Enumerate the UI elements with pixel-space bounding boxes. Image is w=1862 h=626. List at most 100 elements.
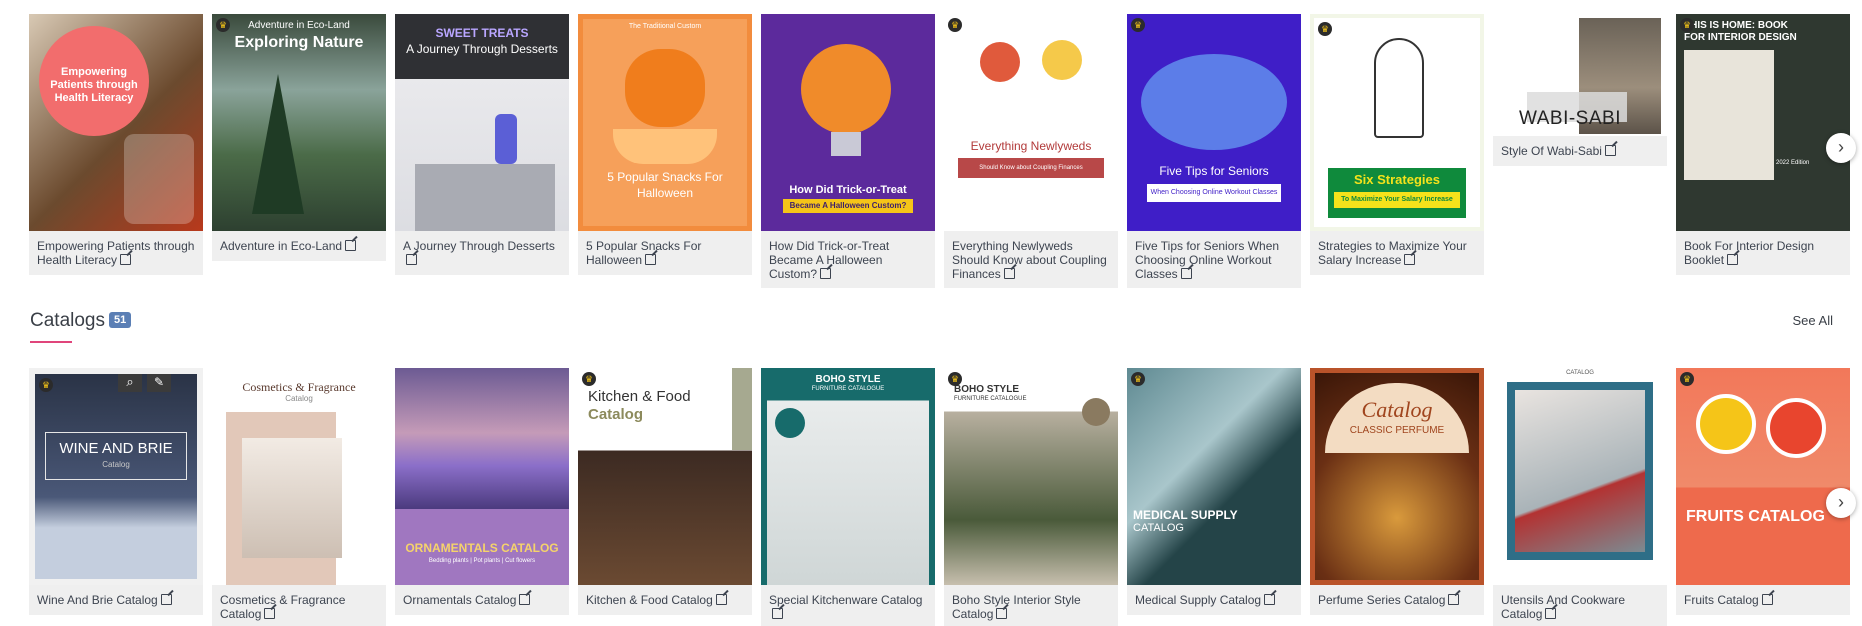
edit-icon[interactable] [345, 240, 357, 251]
template-thumbnail[interactable]: Cosmetics & Fragrance Catalog [212, 368, 386, 585]
template-caption[interactable]: Cosmetics & Fragrance Catalog [212, 585, 386, 626]
template-card[interactable]: CATALOG Utensils And Cookware Catalog [1493, 368, 1667, 626]
next-arrow-button[interactable]: › [1826, 133, 1856, 163]
template-thumbnail[interactable]: ♛ Everything Newlyweds Should Know about… [944, 14, 1118, 231]
template-thumbnail[interactable]: ORNAMENTALS CATALOG Bedding plants | Pot… [395, 368, 569, 585]
search-icon[interactable]: ⌕ [118, 374, 142, 392]
template-thumbnail[interactable]: ♛ ⌕ ✎ WINE AND BRIE Catalog [29, 368, 203, 585]
template-thumbnail[interactable]: ♛ Six Strategies To Maximize Your Salary… [1310, 14, 1484, 231]
template-card[interactable]: ORNAMENTALS CATALOG Bedding plants | Pot… [395, 368, 569, 615]
edit-icon[interactable] [1180, 268, 1192, 279]
edit-icon[interactable] [772, 608, 783, 619]
template-caption[interactable]: Style Of Wabi-Sabi [1493, 136, 1667, 166]
edit-icon[interactable] [519, 594, 531, 605]
orange-slice-shape [1696, 394, 1756, 454]
template-caption[interactable]: How Did Trick-or-Treat Became A Hallowee… [761, 231, 935, 288]
template-card[interactable]: ♛ FRUITS CATALOG Fruits Catalog [1676, 368, 1850, 615]
edit-icon[interactable] [1264, 594, 1276, 605]
template-thumbnail[interactable]: ♛ Kitchen & Food Catalog [578, 368, 752, 585]
section-title: Catalogs 51 [30, 310, 132, 332]
template-caption[interactable]: Everything Newlyweds Should Know about C… [944, 231, 1118, 288]
template-card[interactable]: ♛ Adventure in Eco-Land Exploring Nature… [212, 14, 386, 261]
crown-icon: ♛ [1318, 22, 1332, 36]
edit-icon[interactable] [715, 594, 727, 605]
template-card[interactable]: ♛ BOHO STYLE FURNITURE CATALOGUE Boho St… [944, 368, 1118, 626]
template-card[interactable]: ♛ MEDICAL SUPPLY CATALOG Medical Supply … [1127, 368, 1301, 615]
template-thumbnail[interactable]: Empowering Patients through Health Liter… [29, 14, 203, 231]
edit-icon[interactable] [1404, 254, 1416, 265]
template-caption[interactable]: Boho Style Interior Style Catalog [944, 585, 1118, 626]
template-caption[interactable]: Wine And Brie Catalog [29, 585, 203, 615]
template-thumbnail[interactable]: How Did Trick-or-Treat Became A Hallowee… [761, 14, 935, 231]
thumb-kicker: Adventure in Eco-Land [248, 20, 350, 31]
template-caption[interactable]: Empowering Patients through Health Liter… [29, 231, 203, 275]
template-thumbnail[interactable]: WABI-SABI [1493, 14, 1667, 136]
template-caption[interactable]: Kitchen & Food Catalog [578, 585, 752, 615]
template-card[interactable]: Empowering Patients through Health Liter… [29, 14, 203, 275]
template-thumbnail[interactable]: The Traditional Custom 5 Popular Snacks … [578, 14, 752, 231]
template-thumbnail[interactable]: ♛ THIS IS HOME: BOOK FOR INTERIOR DESIGN… [1676, 14, 1850, 231]
crown-icon: ♛ [39, 378, 53, 392]
crown-icon: ♛ [948, 372, 962, 386]
thumb-title: Five Tips for Seniors [1159, 164, 1269, 178]
template-caption[interactable]: A Journey Through Desserts [395, 231, 569, 275]
edit-icon[interactable] [160, 594, 172, 605]
thumb-title: THIS IS HOME: BOOK FOR INTERIOR DESIGN [1684, 20, 1797, 43]
template-caption[interactable]: Book For Interior Design Booklet [1676, 231, 1850, 275]
edit-icon[interactable] [645, 254, 657, 265]
template-thumbnail[interactable]: ♛ Adventure in Eco-Land Exploring Nature [212, 14, 386, 231]
next-arrow-button[interactable]: › [1826, 488, 1856, 518]
template-card[interactable]: ♛ Six Strategies To Maximize Your Salary… [1310, 14, 1484, 275]
template-caption[interactable]: Adventure in Eco-Land [212, 231, 386, 261]
template-card[interactable]: SWEET TREATS A Journey Through Desserts … [395, 14, 569, 275]
template-thumbnail[interactable]: SWEET TREATS A Journey Through Desserts [395, 14, 569, 231]
thumb-subtitle: FURNITURE CATALOGUE [811, 386, 885, 392]
caption-text: Utensils And Cookware Catalog [1501, 593, 1626, 621]
template-card[interactable]: BOHO STYLE FURNITURE CATALOGUE Special K… [761, 368, 935, 626]
template-thumbnail[interactable]: ♛ MEDICAL SUPPLY CATALOG [1127, 368, 1301, 585]
template-thumbnail[interactable]: BOHO STYLE FURNITURE CATALOGUE [761, 368, 935, 585]
template-card[interactable]: The Traditional Custom 5 Popular Snacks … [578, 14, 752, 275]
template-card[interactable]: ♛ Everything Newlyweds Should Know about… [944, 14, 1118, 288]
template-caption[interactable]: Five Tips for Seniors When Choosing Onli… [1127, 231, 1301, 288]
template-card[interactable]: Catalog CLASSIC PERFUME Perfume Series C… [1310, 368, 1484, 615]
edit-icon[interactable] [820, 268, 832, 279]
template-card[interactable]: ♛ Kitchen & Food Catalog Kitchen & Food … [578, 368, 752, 615]
template-caption[interactable]: Strategies to Maximize Your Salary Incre… [1310, 231, 1484, 275]
template-card[interactable]: ♛ Five Tips for Seniors When Choosing On… [1127, 14, 1301, 288]
template-thumbnail[interactable]: Catalog CLASSIC PERFUME [1310, 368, 1484, 585]
template-card[interactable]: Cosmetics & Fragrance Catalog Cosmetics … [212, 368, 386, 626]
edit-icon[interactable] [1545, 608, 1557, 619]
template-card[interactable]: ♛ ⌕ ✎ WINE AND BRIE Catalog Wine And Bri… [29, 368, 203, 615]
edit-icon[interactable] [1604, 145, 1616, 156]
edit-icon[interactable] [406, 254, 417, 265]
template-thumbnail[interactable]: ♛ BOHO STYLE FURNITURE CATALOGUE [944, 368, 1118, 585]
edit-icon[interactable]: ✎ [147, 374, 171, 392]
thumb-subtitle: Bedding plants | Pot plants | Cut flower… [428, 558, 536, 564]
edit-icon[interactable] [264, 608, 276, 619]
edit-icon[interactable] [996, 608, 1008, 619]
edit-icon[interactable] [1003, 268, 1015, 279]
template-caption[interactable]: Medical Supply Catalog [1127, 585, 1301, 615]
edit-icon[interactable] [120, 254, 132, 265]
template-caption[interactable]: Fruits Catalog [1676, 585, 1850, 615]
new-arrival-badge-shape [1082, 398, 1110, 426]
template-caption[interactable]: Ornamentals Catalog [395, 585, 569, 615]
see-all-link[interactable]: See All [1793, 313, 1833, 328]
edit-icon[interactable] [1448, 594, 1460, 605]
template-thumbnail[interactable]: CATALOG [1493, 368, 1667, 585]
template-caption[interactable]: 5 Popular Snacks For Halloween [578, 231, 752, 275]
template-thumbnail[interactable]: ♛ FRUITS CATALOG [1676, 368, 1850, 585]
edit-icon[interactable] [1761, 594, 1773, 605]
template-card[interactable]: WABI-SABI Style Of Wabi-Sabi [1493, 14, 1667, 166]
template-caption[interactable]: Perfume Series Catalog [1310, 585, 1484, 615]
pumpkin-shape [625, 49, 705, 127]
crown-icon: ♛ [1680, 18, 1694, 32]
template-caption[interactable]: Special Kitchenware Catalog [761, 585, 935, 626]
template-thumbnail[interactable]: ♛ Five Tips for Seniors When Choosing On… [1127, 14, 1301, 231]
template-card[interactable]: How Did Trick-or-Treat Became A Hallowee… [761, 14, 935, 288]
edit-icon[interactable] [1727, 254, 1739, 265]
template-card[interactable]: ♛ THIS IS HOME: BOOK FOR INTERIOR DESIGN… [1676, 14, 1850, 275]
template-caption[interactable]: Utensils And Cookware Catalog [1493, 585, 1667, 626]
caption-text: Perfume Series Catalog [1318, 593, 1446, 607]
